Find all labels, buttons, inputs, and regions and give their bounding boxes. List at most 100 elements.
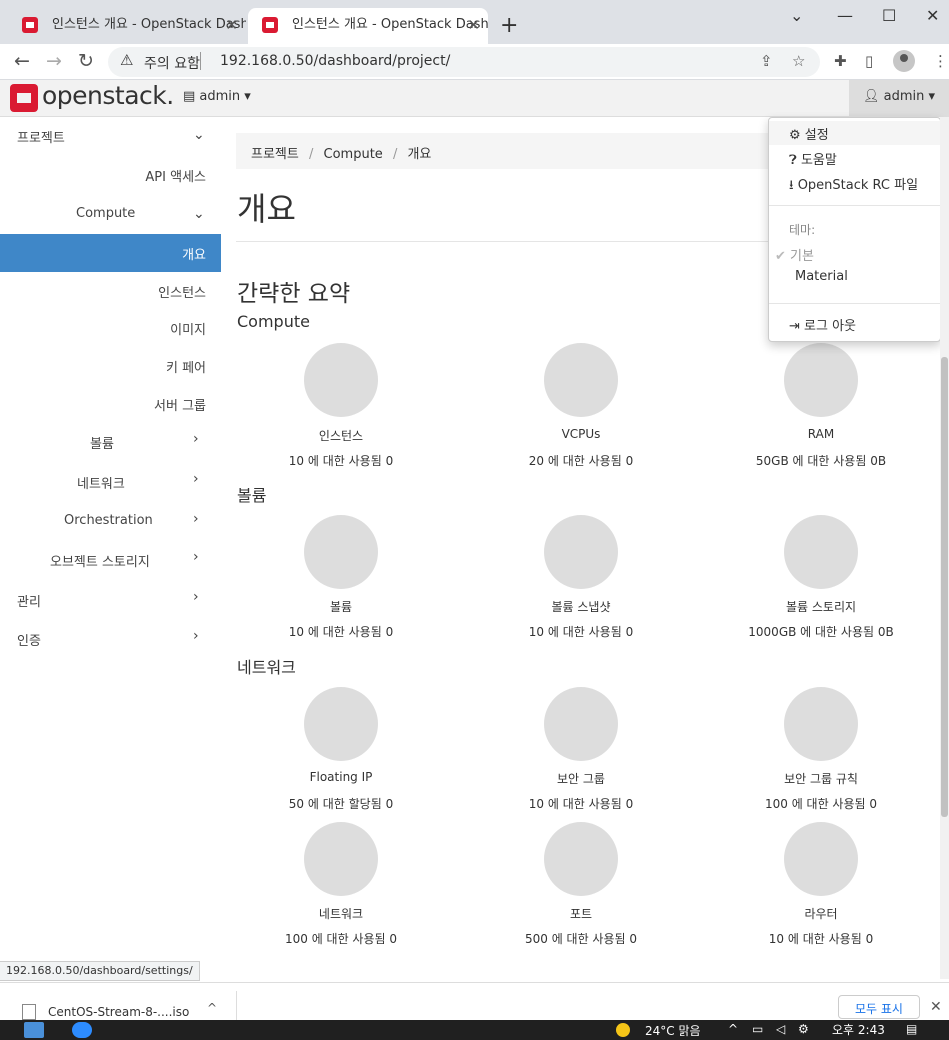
sidebar-item-orchestration[interactable]: Orchestration bbox=[64, 513, 153, 528]
forward-button[interactable]: → bbox=[46, 50, 62, 72]
security-status[interactable]: 주의 요함 bbox=[144, 53, 200, 73]
project-selector[interactable]: ▤ admin ▾ bbox=[183, 89, 251, 104]
chevron-down-icon[interactable]: ⌄ bbox=[193, 206, 205, 222]
volume-icon[interactable]: ◁ bbox=[776, 1022, 785, 1036]
help-icon: ❓︎ bbox=[789, 153, 801, 168]
back-button[interactable]: ← bbox=[14, 50, 30, 72]
browser-tab-strip: 인스턴스 개요 - OpenStack Dashb ✕ 인스턴스 개요 - Op… bbox=[0, 0, 949, 44]
clock-time[interactable]: 오후 2:43 bbox=[832, 1021, 885, 1038]
menu-icon[interactable]: ⋮ bbox=[933, 52, 948, 70]
tray-chevron-icon[interactable]: ^ bbox=[728, 1022, 738, 1036]
app-icon[interactable] bbox=[72, 1022, 92, 1038]
tab-close-icon[interactable]: ✕ bbox=[225, 8, 238, 42]
menu-item-label: 설정 bbox=[804, 128, 829, 143]
sidebar-item-admin[interactable]: 관리 bbox=[17, 591, 41, 610]
chevron-down-icon[interactable]: ⌄ bbox=[193, 127, 205, 143]
gear-icon: ⚙ bbox=[789, 128, 805, 143]
user-menu-button[interactable]: 👤︎ admin ▾ bbox=[849, 80, 949, 117]
minimize-button[interactable]: — bbox=[837, 6, 853, 25]
chart-label: 볼륨 스토리지 bbox=[785, 600, 857, 614]
chart-usage: 10 에 대한 사용됨 0 bbox=[768, 932, 874, 946]
chevron-right-icon[interactable]: › bbox=[193, 471, 199, 487]
chevron-right-icon[interactable]: › bbox=[193, 628, 199, 644]
weather-text[interactable]: 24°C 맑음 bbox=[645, 1022, 701, 1039]
warning-icon[interactable]: ⚠ bbox=[120, 51, 133, 69]
breadcrumb: 프로젝트 / Compute / 개요 bbox=[236, 133, 796, 169]
settings-icon[interactable]: ⚙ bbox=[798, 1022, 809, 1036]
window-close-button[interactable]: ✕ bbox=[926, 6, 939, 25]
chart-usage: 50GB 에 대한 사용됨 0B bbox=[755, 454, 887, 468]
openstack-logo-icon[interactable] bbox=[10, 84, 38, 112]
section-title-compute: Compute bbox=[237, 312, 310, 331]
show-all-button[interactable]: 모두 표시 bbox=[838, 995, 920, 1019]
breadcrumb-project[interactable]: 프로젝트 bbox=[251, 147, 299, 162]
tab-search-icon[interactable]: ⌄ bbox=[790, 6, 803, 25]
address-bar[interactable]: ⚠ 주의 요함 192.168.0.50/dashboard/project/ … bbox=[108, 47, 820, 77]
sidebar-item-object-storage[interactable]: 오브젝트 스토리지 bbox=[50, 551, 150, 570]
sidepanel-icon[interactable]: ▯ bbox=[865, 52, 873, 70]
logo-text[interactable]: openstack. bbox=[42, 81, 174, 110]
app-icon[interactable] bbox=[24, 1022, 44, 1038]
page-scrollbar[interactable] bbox=[940, 117, 949, 979]
breadcrumb-separator: / bbox=[308, 147, 314, 162]
theme-option-material[interactable]: Material bbox=[769, 266, 940, 290]
chart-label: 라우터 bbox=[804, 907, 838, 921]
logout-icon: ⇥ bbox=[789, 319, 805, 334]
star-icon[interactable]: ☆ bbox=[792, 52, 805, 70]
scrollbar-thumb[interactable] bbox=[941, 357, 948, 817]
tab-title: 인스턴스 개요 - OpenStack Dashb bbox=[52, 17, 246, 32]
share-icon[interactable]: ⇪ bbox=[760, 52, 773, 70]
menu-item-settings[interactable]: ⚙ 설정 bbox=[769, 121, 940, 145]
chart-label: 포트 bbox=[569, 907, 593, 921]
pie-chart-security-groups bbox=[544, 687, 618, 761]
chevron-up-icon[interactable]: ^ bbox=[207, 1001, 217, 1015]
theme-option-default[interactable]: ✔ 기본 bbox=[769, 242, 940, 266]
reload-button[interactable]: ↻ bbox=[78, 50, 94, 72]
url-text[interactable]: 192.168.0.50/dashboard/project/ bbox=[220, 53, 450, 69]
user-name: admin bbox=[883, 89, 925, 104]
menu-item-help[interactable]: ❓︎ 도움말 bbox=[769, 146, 940, 170]
pie-chart-networks bbox=[304, 822, 378, 896]
project-name: admin bbox=[199, 89, 241, 104]
chart-usage: 50 에 대한 할당됨 0 bbox=[288, 797, 394, 811]
user-dropdown-menu: ⚙ 설정 ❓︎ 도움말 ⭳ OpenStack RC 파일 테마: ✔ 기본 M… bbox=[768, 117, 941, 342]
breadcrumb-compute[interactable]: Compute bbox=[324, 147, 383, 162]
browser-tab-active[interactable]: 인스턴스 개요 - OpenStack Dashb ✕ bbox=[248, 8, 488, 44]
menu-item-label: 로그 아웃 bbox=[804, 319, 857, 334]
menu-item-logout[interactable]: ⇥ 로그 아웃 bbox=[769, 312, 940, 336]
section-title-volumes: 볼륨 bbox=[237, 486, 267, 505]
chart-label: 볼륨 bbox=[329, 600, 353, 614]
browser-toolbar: ← → ↻ ⚠ 주의 요함 192.168.0.50/dashboard/pro… bbox=[0, 44, 949, 80]
download-bar-close-icon[interactable]: ✕ bbox=[930, 999, 942, 1015]
extensions-icon[interactable]: ✚ bbox=[834, 52, 847, 70]
new-tab-button[interactable]: + bbox=[500, 12, 518, 40]
status-bar-url: 192.168.0.50/dashboard/settings/ bbox=[0, 961, 200, 981]
chevron-right-icon[interactable]: › bbox=[193, 511, 199, 527]
project-icon: ▤ bbox=[183, 89, 200, 104]
sidebar-item-project[interactable]: 프로젝트 bbox=[17, 127, 65, 146]
chevron-right-icon[interactable]: › bbox=[193, 431, 199, 447]
download-filename[interactable]: CentOS-Stream-8-....iso bbox=[48, 1005, 189, 1019]
maximize-button[interactable]: ☐ bbox=[882, 6, 896, 25]
tab-close-icon[interactable]: ✕ bbox=[467, 8, 480, 42]
sidebar-item-instances[interactable]: 인스턴스 bbox=[158, 282, 206, 301]
sidebar-item-server-groups[interactable]: 서버 그룹 bbox=[154, 395, 206, 414]
sidebar-item-volumes[interactable]: 볼륨 bbox=[90, 433, 114, 452]
sidebar-item-api-access[interactable]: API 액세스 bbox=[145, 166, 206, 185]
divider bbox=[769, 205, 940, 206]
browser-tab[interactable]: 인스턴스 개요 - OpenStack Dashb ✕ bbox=[8, 8, 246, 44]
network-icon[interactable]: ▭ bbox=[752, 1022, 763, 1036]
sidebar-item-images[interactable]: 이미지 bbox=[170, 319, 206, 338]
sidebar-item-keypairs[interactable]: 키 페어 bbox=[166, 357, 206, 376]
chevron-right-icon[interactable]: › bbox=[193, 549, 199, 565]
profile-icon[interactable] bbox=[893, 50, 915, 72]
page-title: 개요 bbox=[237, 190, 296, 228]
notifications-icon[interactable]: ▤ bbox=[906, 1022, 917, 1036]
menu-item-rc-file[interactable]: ⭳ OpenStack RC 파일 bbox=[769, 171, 940, 195]
breadcrumb-overview: 개요 bbox=[407, 147, 432, 162]
sidebar-item-network[interactable]: 네트워크 bbox=[77, 473, 125, 492]
chevron-right-icon[interactable]: › bbox=[193, 589, 199, 605]
sidebar-item-identity[interactable]: 인증 bbox=[17, 630, 41, 649]
sidebar-item-compute[interactable]: Compute bbox=[76, 206, 135, 221]
sidebar-item-overview[interactable]: 개요 bbox=[182, 244, 206, 263]
